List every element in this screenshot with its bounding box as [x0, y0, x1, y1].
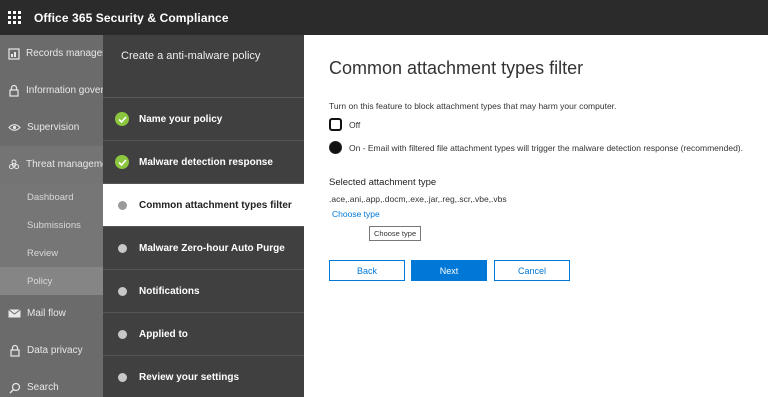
option-on-label: On - Email with filtered file attachment…	[349, 142, 744, 153]
cancel-button[interactable]: Cancel	[494, 260, 570, 281]
nav-item-mail-flow[interactable]: Mail flow	[0, 295, 103, 332]
wizard-step-notifications[interactable]: Notifications	[103, 270, 304, 313]
main-content: Common attachment types filter Turn on t…	[304, 35, 768, 397]
wizard-steps-panel: Create a anti-malware policy Name your p…	[103, 35, 304, 397]
nav-subitem-submissions[interactable]: Submissions	[0, 211, 103, 239]
next-button[interactable]: Next	[411, 260, 487, 281]
option-on[interactable]: On - Email with filtered file attachment…	[329, 141, 743, 154]
wizard-step-label: Name your policy	[139, 113, 223, 125]
step-dot-icon	[117, 329, 127, 339]
nav-item-supervision[interactable]: Supervision	[0, 109, 103, 146]
wizard-step-label: Malware Zero-hour Auto Purge	[139, 242, 285, 254]
check-circle-icon	[115, 155, 129, 169]
top-bar: Office 365 Security & Compliance	[0, 0, 768, 35]
choose-type-tooltip: Choose type	[369, 226, 422, 241]
nav-label: Information governance	[26, 85, 103, 96]
nav-label: Mail flow	[27, 308, 66, 319]
radio-on[interactable]	[329, 141, 342, 154]
nav-item-records-management[interactable]: Records management	[0, 35, 103, 72]
nav-label: Data privacy	[27, 345, 83, 356]
wizard-step-label: Review your settings	[139, 371, 240, 383]
back-button[interactable]: Back	[329, 260, 405, 281]
nav-label: Search	[27, 382, 59, 393]
app-title: Office 365 Security & Compliance	[34, 10, 229, 25]
nav-subitem-policy[interactable]: Policy	[0, 267, 103, 295]
wizard-step-label: Applied to	[139, 328, 188, 340]
app-launcher-icon[interactable]	[2, 0, 26, 35]
option-off[interactable]: Off	[329, 118, 360, 131]
records-icon	[8, 47, 20, 60]
option-off-label: Off	[349, 119, 361, 130]
wizard-step-applied-to[interactable]: Applied to	[103, 313, 304, 356]
step-dot-icon	[117, 243, 127, 253]
nav-label: Threat management	[26, 159, 103, 170]
wizard-step-malware-zero-hour-auto-purge[interactable]: Malware Zero-hour Auto Purge	[103, 227, 304, 270]
nav-subitem-dashboard[interactable]: Dashboard	[0, 183, 103, 211]
eye-icon	[8, 121, 21, 134]
wizard-step-label: Malware detection response	[139, 156, 273, 168]
lock-icon	[8, 84, 20, 97]
selected-attachment-type-value: .ace,.ani,.app,.docm,.exe,.jar,.reg,.scr…	[329, 194, 507, 204]
nav-label: Supervision	[27, 122, 80, 133]
nav-subitem-review[interactable]: Review	[0, 239, 103, 267]
check-circle-icon	[115, 112, 129, 126]
nav-item-search[interactable]: Search	[0, 369, 103, 397]
nav-item-information-governance[interactable]: Information governance	[0, 72, 103, 109]
nav-item-threat-management[interactable]: Threat management	[0, 146, 103, 183]
step-dot-icon	[117, 200, 127, 210]
selected-attachment-type-label: Selected attachment type	[329, 177, 437, 188]
nav-label: Records management	[26, 48, 103, 59]
wizard-step-label: Common attachment types filter	[139, 199, 292, 211]
page-title: Common attachment types filter	[329, 58, 584, 78]
lock-icon	[8, 344, 21, 357]
step-dot-icon	[117, 286, 127, 296]
wizard-title: Create a anti-malware policy	[103, 35, 304, 98]
step-dot-icon	[117, 372, 127, 382]
biohazard-icon	[8, 158, 20, 171]
search-icon	[8, 381, 21, 394]
wizard-step-malware-detection-response[interactable]: Malware detection response	[103, 141, 304, 184]
wizard-step-review-your-settings[interactable]: Review your settings	[103, 356, 304, 397]
nav-item-data-privacy[interactable]: Data privacy	[0, 332, 103, 369]
choose-type-link[interactable]: Choose type	[332, 209, 380, 219]
radio-off[interactable]	[329, 118, 342, 131]
wizard-step-common-attachment-types-filter[interactable]: Common attachment types filter	[103, 184, 304, 227]
mail-icon	[8, 307, 21, 320]
left-navigation: Records management Information governanc…	[0, 35, 103, 397]
wizard-step-name-your-policy[interactable]: Name your policy	[103, 98, 304, 141]
wizard-step-label: Notifications	[139, 285, 200, 297]
description-text: Turn on this feature to block attachment…	[329, 101, 617, 111]
